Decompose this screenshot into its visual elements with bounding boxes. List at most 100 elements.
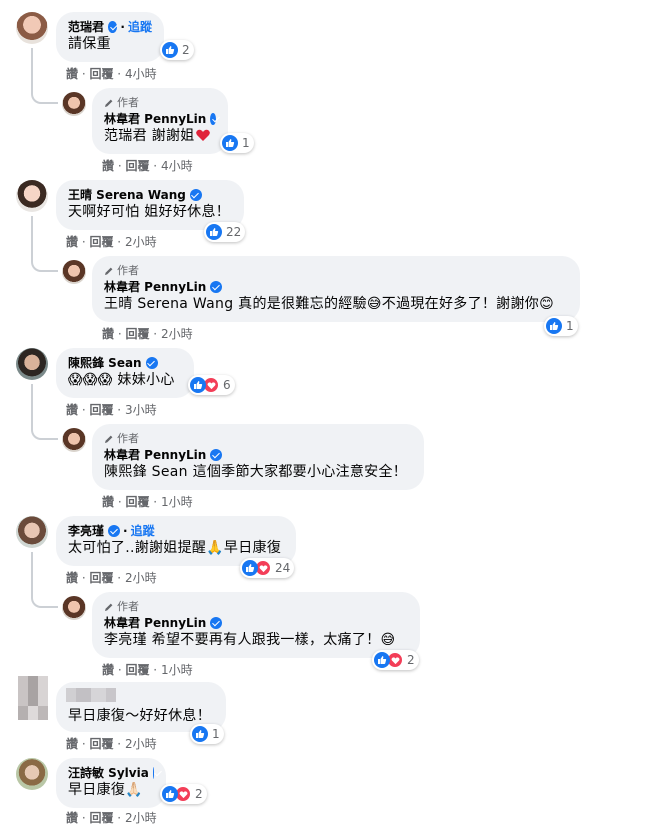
reaction-count: 6 [223,378,231,392]
timestamp[interactable]: 1小時 [161,495,193,509]
verified-badge-icon [210,113,216,125]
reply-link[interactable]: 回覆 [125,663,149,677]
like-reaction-icon [546,318,562,334]
commenter-name[interactable]: 林韋君 PennyLin [104,447,206,463]
like-link[interactable]: 讚 [102,495,114,509]
avatar[interactable] [62,596,86,620]
thread-line [31,552,58,608]
blurred-name [66,688,116,702]
like-link[interactable]: 讚 [66,235,78,249]
commenter-name[interactable]: 李亮瑾 [68,523,104,539]
verified-badge-icon [108,525,121,537]
commenter-name[interactable]: 王晴 Serena Wang [68,187,186,203]
reaction-summary[interactable]: 1 [190,724,224,744]
reaction-summary[interactable]: 6 [188,375,235,395]
reply-link[interactable]: 回覆 [89,403,113,417]
mention-link[interactable]: 李亮瑾 [104,632,147,648]
reply-text: 這個季節大家都要小心注意安全！ [192,464,408,480]
comment-actions: 讚 · 回覆 · 4小時 [66,67,157,81]
commenter-name[interactable]: 林韋君 PennyLin [104,111,206,127]
commenter-name[interactable]: 范瑞君 [68,19,104,35]
verified-badge-icon [108,21,118,33]
reaction-summary[interactable]: 1 [544,316,578,336]
comment-bubble: 陳熙鋒 Sean 😱😱😱 妹妹小心 [56,348,194,398]
like-reaction-icon [206,224,222,240]
comment-text: 早日康復🙏🏻 [68,782,143,798]
blurred-avatar-lower [18,706,48,720]
separator: · [123,524,128,538]
reply-link[interactable]: 回覆 [89,571,113,585]
pencil-icon [105,99,113,107]
comment-text: 太可怕了..謝謝姐提醒🙏早日康復 [68,540,282,556]
like-link[interactable]: 讚 [102,327,114,341]
reply-link[interactable]: 回覆 [89,737,113,751]
author-badge: 作者 [117,432,139,445]
reaction-summary[interactable]: 24 [240,558,295,578]
heart-icon [195,129,210,141]
avatar[interactable] [16,12,48,44]
reaction-count: 2 [407,653,415,667]
avatar[interactable] [16,516,48,548]
comment-actions: 讚 · 回覆 · 2小時 [66,737,157,751]
verified-badge-icon [152,767,154,779]
commenter-name[interactable]: 陳熙鋒 Sean [68,355,142,371]
timestamp[interactable]: 3小時 [125,403,157,417]
reply-link[interactable]: 回覆 [89,235,113,249]
commenter-name[interactable]: 汪詩敏 Sylvia [68,765,149,781]
timestamp[interactable]: 1小時 [161,663,193,677]
timestamp[interactable]: 4小時 [125,67,157,81]
verified-badge-icon [145,357,158,369]
like-link[interactable]: 讚 [66,737,78,751]
commenter-name[interactable]: 林韋君 PennyLin [104,279,206,295]
reply-bubble: 作者 林韋君 PennyLin 王晴 Serena Wang 真的是很難忘的經驗… [92,256,580,322]
comment-actions: 讚 · 回覆 · 1小時 [102,663,193,677]
timestamp[interactable]: 4小時 [161,159,193,173]
avatar[interactable] [62,92,86,116]
comment-text: 請保重 [68,36,111,52]
like-link[interactable]: 讚 [66,67,78,81]
follow-button[interactable]: 追蹤 [128,19,152,35]
like-reaction-icon [162,42,178,58]
reply-link[interactable]: 回覆 [125,327,149,341]
reaction-summary[interactable]: 22 [204,222,246,242]
follow-button[interactable]: 追蹤 [131,523,155,539]
reply-link[interactable]: 回覆 [125,495,149,509]
mention-link[interactable]: 王晴 Serena Wang [104,296,233,312]
reply-link[interactable]: 回覆 [89,67,113,81]
like-link[interactable]: 讚 [102,663,114,677]
commenter-name[interactable]: 林韋君 PennyLin [104,615,206,631]
like-link[interactable]: 讚 [102,159,114,173]
timestamp[interactable]: 2小時 [125,811,157,825]
avatar[interactable] [16,348,48,380]
avatar[interactable] [16,180,48,212]
reaction-summary[interactable]: 2 [160,784,207,804]
mention-link[interactable]: 范瑞君 [104,128,147,144]
comment-text: 😱😱😱 妹妹小心 [68,372,175,388]
avatar[interactable] [16,758,48,790]
verified-badge-icon [189,189,202,201]
avatar[interactable] [62,260,86,284]
timestamp[interactable]: 2小時 [125,737,157,751]
reaction-summary[interactable]: 2 [160,40,194,60]
like-link[interactable]: 讚 [66,571,78,585]
mention-link[interactable]: 陳熙鋒 Sean [104,464,188,480]
author-badge: 作者 [117,96,139,109]
like-reaction-icon [222,135,238,151]
like-link[interactable]: 讚 [66,811,78,825]
reaction-summary[interactable]: 1 [220,133,254,153]
comment-actions: 讚 · 回覆 · 3小時 [66,403,157,417]
reply-link[interactable]: 回覆 [89,811,113,825]
thread-line [31,384,58,440]
timestamp[interactable]: 2小時 [125,571,157,585]
blurred-avatar[interactable] [18,676,48,706]
like-link[interactable]: 讚 [66,403,78,417]
comment-bubble: 范瑞君 · 追蹤 請保重 [56,12,164,62]
reaction-summary[interactable]: 2 [372,650,419,670]
timestamp[interactable]: 2小時 [125,235,157,249]
timestamp[interactable]: 2小時 [161,327,193,341]
avatar[interactable] [62,428,86,452]
reply-link[interactable]: 回覆 [125,159,149,173]
comment-actions: 讚 · 回覆 · 2小時 [66,811,157,825]
thread-line [31,48,58,104]
comment-text: 早日康復～好好休息！ [68,708,211,724]
